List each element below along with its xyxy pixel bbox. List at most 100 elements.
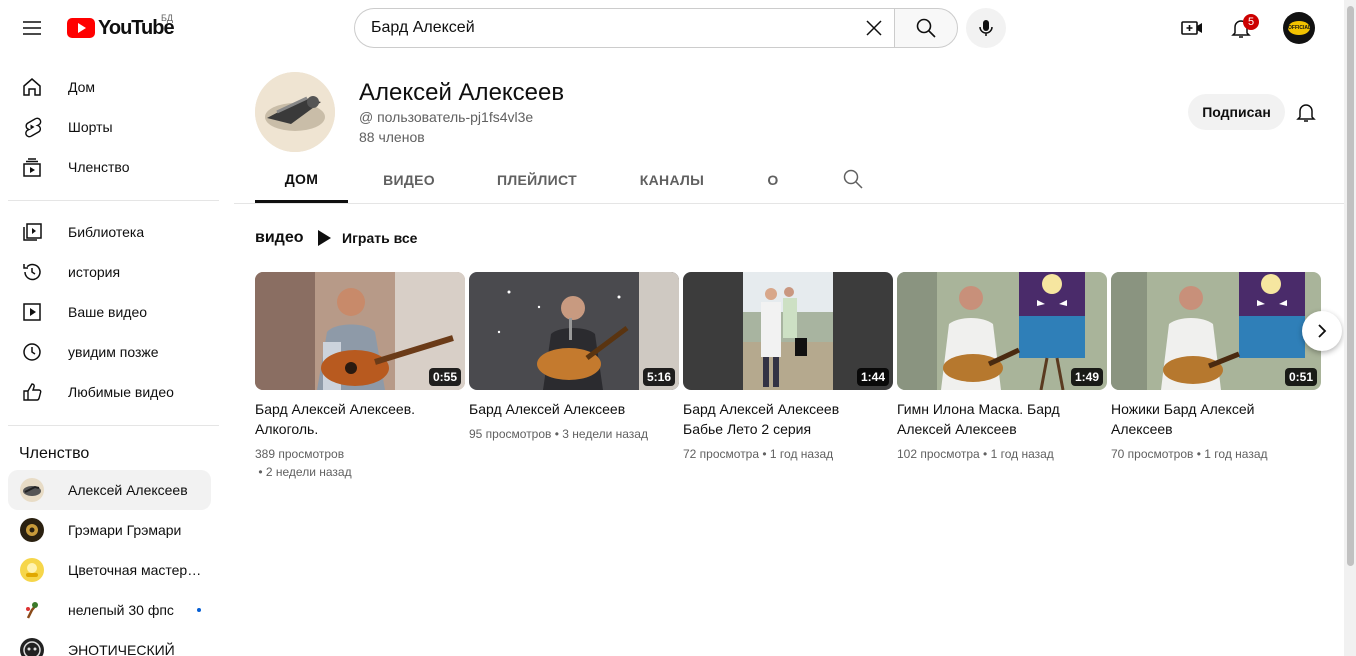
- sidebar-item-label: Любимые видео: [68, 384, 174, 400]
- video-age: 1 год назад: [769, 447, 834, 461]
- video-title[interactable]: Гимн Илона Маска. Бард Алексей Алексеев: [897, 399, 1097, 439]
- history-icon: [20, 260, 44, 284]
- sidebar-item-label: Членство: [68, 159, 130, 175]
- youtube-play-icon: [67, 18, 95, 38]
- sidebar: Дом Шорты Членство Библиотека история Ва…: [0, 56, 232, 656]
- channel-tabs: ДОМ ВИДЕО ПЛЕЙЛИСТ КАНАЛЫ О: [234, 157, 1344, 204]
- video-age: 1 год назад: [1204, 447, 1268, 461]
- top-bar: YouTube БД 5 OFFICIAL: [0, 0, 1356, 56]
- subscription-item[interactable]: Грэмари Грэмари: [8, 510, 211, 550]
- menu-icon[interactable]: [12, 8, 52, 48]
- tab-playlists[interactable]: ПЛЕЙЛИСТ: [482, 157, 592, 203]
- video-views: 389 просмотров: [255, 447, 345, 461]
- video-views: 72 просмотра: [683, 447, 760, 461]
- subscription-label: ЭНОТИЧЕСКИЙ: [68, 642, 175, 656]
- play-icon: [318, 230, 331, 246]
- sidebar-item-history[interactable]: история: [8, 252, 211, 292]
- voice-search-button[interactable]: [966, 8, 1006, 48]
- video-duration: 5:16: [642, 368, 675, 386]
- video-duration: 0:55: [428, 368, 461, 386]
- page-scrollbar-thumb[interactable]: [1347, 6, 1354, 566]
- video-card: 1:49 Гимн Илона Маска. Бард Алексей Алек…: [897, 272, 1107, 463]
- subscription-label: Грэмари Грэмари: [68, 522, 182, 538]
- new-content-dot: [197, 608, 201, 612]
- video-views: 70 просмотров: [1111, 447, 1194, 461]
- create-video-icon: [1181, 21, 1202, 35]
- channel-avatar: [20, 518, 44, 542]
- sidebar-divider: [8, 425, 219, 426]
- channel-avatar: [20, 558, 44, 582]
- video-duration: 1:44: [856, 368, 889, 386]
- search-button[interactable]: [894, 8, 958, 48]
- video-meta-separator: •: [759, 447, 770, 461]
- video-card: 5:16 Бард Алексей Алексеев 95 просмотров…: [469, 272, 679, 443]
- tab-videos[interactable]: ВИДЕО: [364, 157, 454, 203]
- sidebar-item-label: увидим позже: [68, 344, 159, 360]
- video-duration: 1:49: [1070, 368, 1103, 386]
- tab-home[interactable]: ДОМ: [255, 157, 348, 203]
- sidebar-item-label: история: [68, 264, 121, 280]
- channel-notifications-button[interactable]: [1290, 96, 1322, 128]
- notification-count-badge: 5: [1243, 14, 1259, 30]
- sidebar-item-subscriptions[interactable]: Членство: [8, 147, 211, 187]
- video-meta-separator: •: [255, 465, 266, 479]
- video-views: 95 просмотров: [469, 427, 552, 441]
- sidebar-item-watch-later[interactable]: увидим позже: [8, 332, 211, 372]
- your-videos-icon: [20, 300, 44, 324]
- video-age: 2 недели назад: [265, 465, 352, 479]
- sidebar-item-shorts[interactable]: Шорты: [8, 107, 211, 147]
- subscription-label: нелепый 30 фпс: [68, 602, 174, 618]
- video-title[interactable]: Бард Алексей Алексеев Бабье Лето 2 серия: [683, 399, 883, 439]
- search-icon: [916, 18, 936, 38]
- video-meta-separator: •: [1193, 447, 1205, 461]
- notifications-button[interactable]: 5: [1221, 8, 1261, 48]
- thumbs-up-icon: [20, 380, 44, 404]
- sidebar-item-your-videos[interactable]: Ваше видео: [8, 292, 211, 332]
- country-code: БД: [161, 13, 174, 23]
- carousel-next-button[interactable]: [1302, 311, 1342, 351]
- sidebar-item-liked[interactable]: Любимые видео: [8, 372, 211, 412]
- sidebar-item-label: Дом: [68, 79, 96, 95]
- sidebar-divider: [8, 200, 219, 201]
- channel-avatar-large: [255, 72, 335, 152]
- video-thumbnail[interactable]: 1:44: [683, 272, 893, 390]
- channel-members-count: 88 членов: [359, 129, 425, 145]
- sidebar-item-home[interactable]: Дом: [8, 67, 211, 107]
- video-thumbnail[interactable]: 5:16: [469, 272, 679, 390]
- subscribe-button[interactable]: Подписан: [1188, 94, 1285, 130]
- subscription-item[interactable]: нелепый 30 фпс: [8, 590, 211, 630]
- watch-later-icon: [20, 340, 44, 364]
- bell-icon: [1296, 104, 1316, 122]
- search-bar: [354, 8, 958, 48]
- video-thumbnail[interactable]: 0:55: [255, 272, 465, 390]
- subscription-item[interactable]: Алексей Алексеев: [8, 470, 211, 510]
- sidebar-item-label: Шорты: [68, 119, 113, 135]
- account-avatar[interactable]: OFFICIAL: [1283, 12, 1315, 44]
- video-age: 1 год назад: [990, 447, 1054, 461]
- video-thumbnail[interactable]: 1:49: [897, 272, 1107, 390]
- video-duration: 0:51: [1284, 368, 1317, 386]
- home-icon: [20, 75, 44, 99]
- video-card: 1:44 Бард Алексей Алексеев Бабье Лето 2 …: [683, 272, 893, 463]
- video-meta: 102 просмотра • 1 год назад: [897, 445, 1107, 463]
- subscription-item[interactable]: ЭНОТИЧЕСКИЙ: [8, 630, 211, 656]
- tab-about[interactable]: О: [758, 157, 788, 203]
- youtube-logo[interactable]: YouTube: [67, 16, 175, 40]
- play-all-button[interactable]: Играть все: [316, 224, 417, 252]
- channel-search-icon[interactable]: [842, 168, 866, 192]
- video-title[interactable]: Ножики Бард Алексей Алексеев: [1111, 399, 1311, 439]
- search-input[interactable]: [371, 19, 858, 37]
- subscription-item[interactable]: Цветочная мастерская: [8, 550, 211, 590]
- video-meta: 95 просмотров • 3 недели назад: [469, 425, 679, 443]
- mic-icon: [979, 20, 993, 36]
- clear-search-icon[interactable]: [858, 12, 890, 44]
- sidebar-item-library[interactable]: Библиотека: [8, 212, 211, 252]
- sidebar-item-label: Ваше видео: [68, 304, 148, 320]
- video-title[interactable]: Бард Алексей Алексеев. Алкоголь.: [255, 399, 455, 439]
- subscriptions-icon: [20, 155, 44, 179]
- video-thumbnail[interactable]: 0:51: [1111, 272, 1321, 390]
- create-button[interactable]: [1172, 8, 1212, 48]
- avatar-label: OFFICIAL: [1288, 21, 1311, 35]
- video-title[interactable]: Бард Алексей Алексеев: [469, 399, 669, 419]
- tab-channels[interactable]: КАНАЛЫ: [626, 157, 718, 203]
